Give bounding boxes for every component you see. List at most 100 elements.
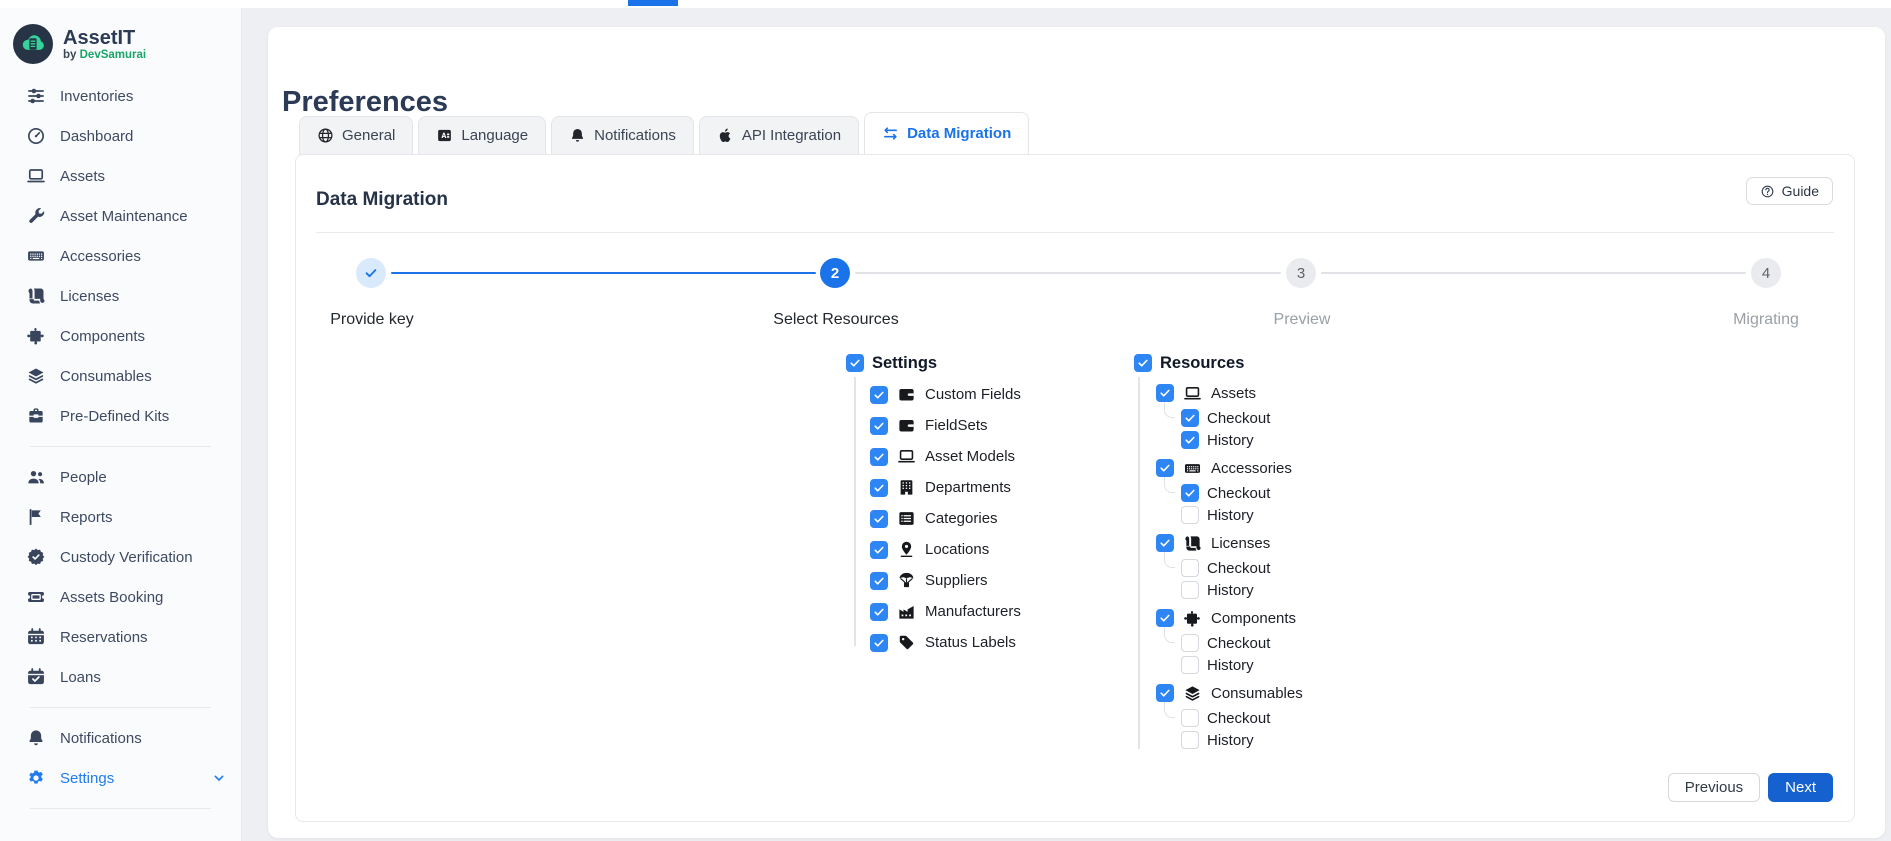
sidebar-item-people[interactable]: People: [0, 457, 241, 497]
checkbox[interactable]: [846, 354, 864, 372]
tree-item-history: History: [1134, 654, 1434, 676]
map-pin-icon: [897, 540, 916, 559]
sidebar-item-reservations[interactable]: Reservations: [0, 617, 241, 657]
checkbox[interactable]: [1181, 656, 1199, 674]
checkbox[interactable]: [1181, 731, 1199, 749]
checkbox[interactable]: [870, 510, 888, 528]
checkbox[interactable]: [1181, 559, 1199, 577]
tree-item-licenses: Licenses: [1134, 529, 1434, 557]
wallet-icon: [897, 416, 916, 435]
checkbox[interactable]: [1181, 506, 1199, 524]
checkbox[interactable]: [870, 386, 888, 404]
sidebar-item-components[interactable]: Components: [0, 316, 241, 356]
resource-group-consumables: Consumables Checkout History: [1134, 679, 1434, 751]
checkbox[interactable]: [870, 541, 888, 559]
flag-icon: [26, 507, 46, 527]
sidebar-item-dashboard[interactable]: Dashboard: [0, 116, 241, 156]
brand-byline-company: DevSamurai: [80, 49, 146, 61]
checkbox[interactable]: [1181, 581, 1199, 599]
step-4-circle[interactable]: 4: [1751, 258, 1781, 288]
tab-general[interactable]: General: [299, 116, 413, 155]
tab-api-integration[interactable]: API Integration: [699, 116, 859, 155]
panel-divider: [316, 232, 1834, 233]
resource-group-components: Components Checkout History: [1134, 604, 1434, 676]
sidebar-item-label: Accessories: [60, 248, 141, 265]
sidebar-item-pre-defined-kits[interactable]: Pre-Defined Kits: [0, 396, 241, 436]
translate-icon: [436, 127, 453, 144]
tree-item-history: History: [1134, 504, 1434, 526]
next-button[interactable]: Next: [1768, 773, 1833, 802]
checkbox[interactable]: [870, 448, 888, 466]
checkbox[interactable]: [1156, 384, 1174, 402]
checkbox[interactable]: [1181, 484, 1199, 502]
tab-data-migration[interactable]: Data Migration: [864, 112, 1029, 155]
tree-item-history: History: [1134, 579, 1434, 601]
scroll-icon: [1183, 534, 1202, 553]
checkbox[interactable]: [1134, 354, 1152, 372]
keyboard-icon: [1183, 459, 1202, 478]
sidebar-item-consumables[interactable]: Consumables: [0, 356, 241, 396]
tab-notifications[interactable]: Notifications: [551, 116, 694, 155]
sidebar-item-label: Licenses: [60, 288, 119, 305]
people-icon: [26, 467, 46, 487]
tree-connector-line: [854, 377, 856, 646]
tree-root-label: Settings: [872, 354, 937, 373]
sidebar-item-settings[interactable]: Settings: [0, 758, 241, 798]
checkbox[interactable]: [870, 417, 888, 435]
puzzle-icon: [26, 326, 46, 346]
calendar-check-icon: [26, 667, 46, 687]
sidebar-item-custody-verification[interactable]: Custody Verification: [0, 537, 241, 577]
checkbox[interactable]: [1156, 609, 1174, 627]
sidebar-item-loans[interactable]: Loans: [0, 657, 241, 697]
guide-button[interactable]: Guide: [1746, 177, 1833, 205]
building-icon: [897, 478, 916, 497]
checkbox[interactable]: [1181, 709, 1199, 727]
checkbox[interactable]: [1181, 634, 1199, 652]
tree-item-locations: Locations: [846, 534, 1146, 565]
sidebar-item-label: Assets Booking: [60, 589, 163, 606]
bell-icon: [569, 127, 586, 144]
tree-item-assets: Assets: [1134, 379, 1434, 407]
step-1-circle-done[interactable]: [356, 258, 386, 288]
sidebar-item-assets[interactable]: Assets: [0, 156, 241, 196]
checkbox[interactable]: [1156, 459, 1174, 477]
tab-language[interactable]: Language: [418, 116, 546, 155]
sidebar-item-label: Assets: [60, 168, 105, 185]
sidebar-item-label: Reports: [60, 509, 113, 526]
top-chrome-strip: [0, 0, 1891, 8]
checkbox[interactable]: [1156, 534, 1174, 552]
factory-icon: [897, 602, 916, 621]
step-3-circle[interactable]: 3: [1286, 258, 1316, 288]
sidebar-item-asset-maintenance[interactable]: Asset Maintenance: [0, 196, 241, 236]
tree-item-checkout: Checkout: [1134, 482, 1434, 504]
sidebar-divider: [30, 808, 211, 809]
checkbox[interactable]: [870, 572, 888, 590]
sidebar-item-assets-booking[interactable]: Assets Booking: [0, 577, 241, 617]
tree-item-custom-fields: Custom Fields: [846, 379, 1146, 410]
step-3-label: Preview: [1274, 311, 1331, 329]
checkbox[interactable]: [1156, 684, 1174, 702]
sidebar-item-label: Notifications: [60, 730, 142, 747]
tree-elbow-connector: [1164, 552, 1175, 568]
sidebar-item-reports[interactable]: Reports: [0, 497, 241, 537]
previous-button[interactable]: Previous: [1668, 773, 1760, 802]
checkbox[interactable]: [1181, 409, 1199, 427]
resource-group-assets: Assets Checkout History: [1134, 379, 1434, 451]
checkbox[interactable]: [870, 479, 888, 497]
scroll-icon: [26, 286, 46, 306]
sidebar-item-inventories[interactable]: Inventories: [0, 76, 241, 116]
guide-button-label: Guide: [1782, 183, 1819, 199]
checkbox[interactable]: [870, 603, 888, 621]
checkbox[interactable]: [1181, 431, 1199, 449]
step-2-circle-active[interactable]: 2: [820, 258, 850, 288]
sidebar-item-licenses[interactable]: Licenses: [0, 276, 241, 316]
tree-item-manufacturers: Manufacturers: [846, 596, 1146, 627]
keyboard-icon: [26, 246, 46, 266]
sidebar-item-notifications[interactable]: Notifications: [0, 718, 241, 758]
apple-icon: [717, 127, 734, 144]
browser-tab-progress-bar: [628, 0, 678, 6]
tree-item-categories: Categories: [846, 503, 1146, 534]
checkbox[interactable]: [870, 634, 888, 652]
tree-elbow-connector: [1164, 702, 1175, 718]
sidebar-item-accessories[interactable]: Accessories: [0, 236, 241, 276]
